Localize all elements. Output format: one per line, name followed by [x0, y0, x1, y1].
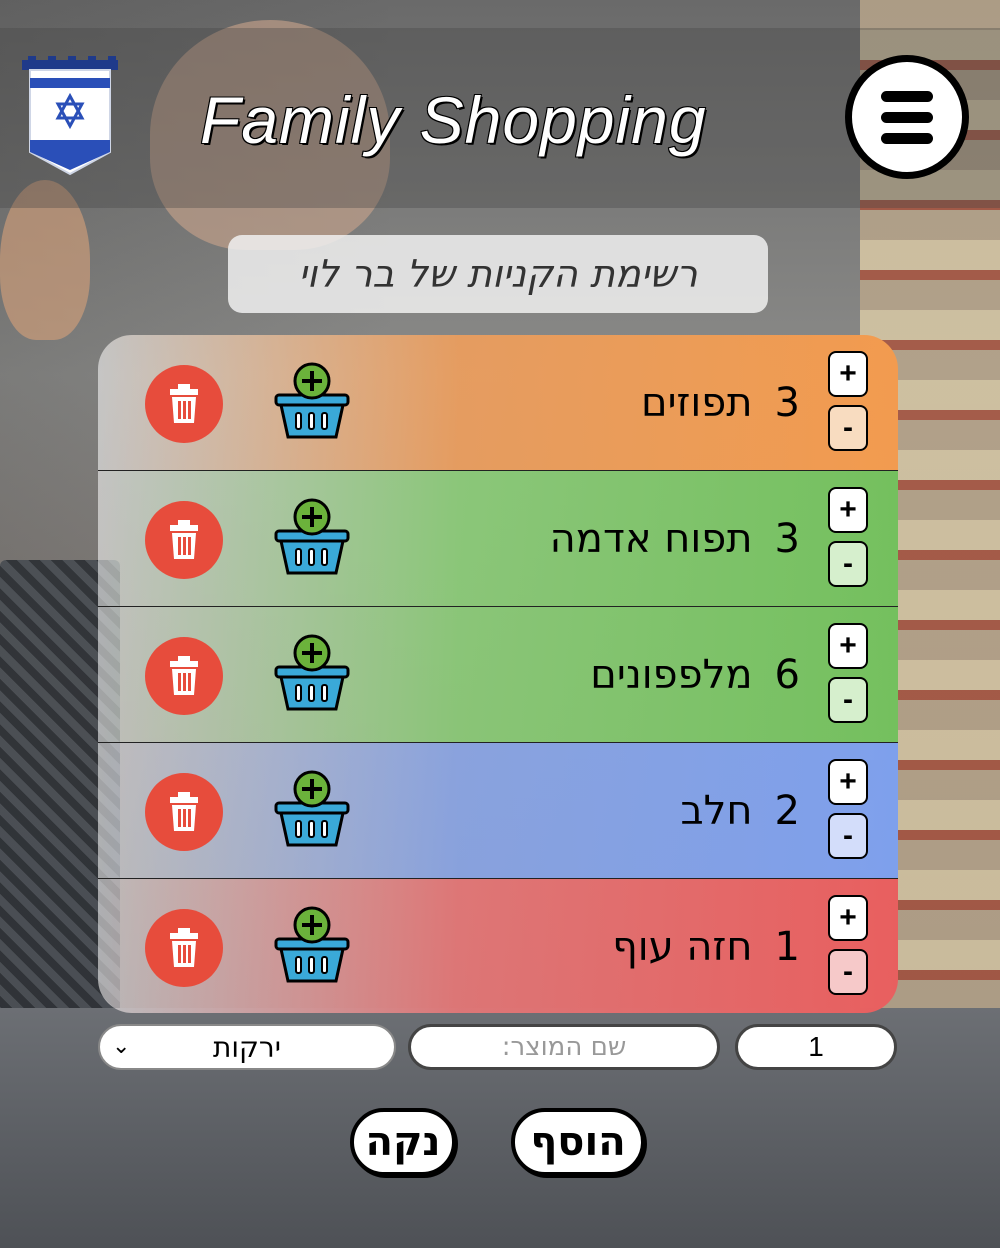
item-name: חלב [680, 788, 753, 834]
trash-icon[interactable] [145, 637, 223, 715]
item-label: 1 חזה עוף [612, 879, 800, 1013]
item-label: 3 תפוזים [641, 335, 800, 471]
add-to-basket-icon[interactable] [272, 633, 352, 713]
trash-icon[interactable] [145, 365, 223, 443]
list-item: 3 תפוזים + - [98, 335, 898, 471]
add-to-basket-icon[interactable] [272, 497, 352, 577]
menu-button[interactable] [845, 55, 969, 179]
trash-icon[interactable] [145, 501, 223, 579]
decrease-button[interactable]: - [828, 813, 868, 859]
quantity-stepper: + - [828, 895, 870, 1003]
decrease-button[interactable]: - [828, 677, 868, 723]
add-button[interactable]: הוסף [511, 1108, 645, 1176]
increase-button[interactable]: + [828, 487, 868, 533]
clear-button[interactable]: נקה [350, 1108, 456, 1176]
trash-icon[interactable] [145, 909, 223, 987]
add-item-form: ⌄ ירקות [0, 1022, 1000, 1072]
trash-icon[interactable] [145, 773, 223, 851]
list-title: רשימת הקניות של בר לוי [228, 235, 768, 313]
shopping-list: 3 תפוזים + - 3 תפוח אדמה + - 6מלפפונים + -… [98, 335, 898, 1013]
item-qty: 3 [774, 516, 800, 562]
quantity-stepper: + - [828, 351, 870, 459]
decrease-button[interactable]: - [828, 949, 868, 995]
quantity-stepper: + - [828, 759, 870, 867]
add-to-basket-icon[interactable] [272, 769, 352, 849]
add-to-basket-icon[interactable] [272, 905, 352, 985]
app-title: Family Shopping [199, 82, 707, 158]
quantity-stepper: + - [828, 487, 870, 595]
item-qty: 6 [774, 652, 800, 698]
increase-button[interactable]: + [828, 759, 868, 805]
item-name: חזה עוף [612, 924, 753, 970]
decrease-button[interactable]: - [828, 541, 868, 587]
increase-button[interactable]: + [828, 623, 868, 669]
item-qty: 3 [774, 380, 800, 426]
increase-button[interactable]: + [828, 351, 868, 397]
list-item: 3 תפוח אדמה + - [98, 471, 898, 607]
chevron-down-icon: ⌄ [112, 1034, 131, 1059]
item-qty: 1 [774, 924, 800, 970]
item-label: 6 מלפפונים [590, 607, 800, 743]
item-label: 2 חלב [681, 743, 800, 879]
hamburger-line-icon [881, 111, 933, 123]
list-item: 2 חלב + - [98, 743, 898, 879]
item-name: מלפפונים [590, 652, 753, 698]
hamburger-line-icon [881, 90, 933, 102]
list-item: 1 חזה עוף + - [98, 879, 898, 1013]
quantity-stepper: + - [828, 623, 870, 731]
decrease-button[interactable]: - [828, 405, 868, 451]
category-select[interactable]: ⌄ ירקות [98, 1024, 396, 1070]
add-to-basket-icon[interactable] [272, 361, 352, 441]
israel-flag-icon [22, 56, 118, 176]
item-name: תפוח אדמה [549, 516, 753, 562]
list-item: 6 מלפפונים + - [98, 607, 898, 743]
item-qty: 2 [774, 788, 800, 834]
item-name: תפוזים [641, 380, 753, 426]
increase-button[interactable]: + [828, 895, 868, 941]
product-name-input[interactable] [408, 1024, 720, 1070]
quantity-input[interactable] [735, 1024, 897, 1070]
hamburger-line-icon [881, 132, 933, 144]
category-value: ירקות [213, 1030, 281, 1064]
item-label: 3 תפוח אדמה [550, 471, 800, 607]
